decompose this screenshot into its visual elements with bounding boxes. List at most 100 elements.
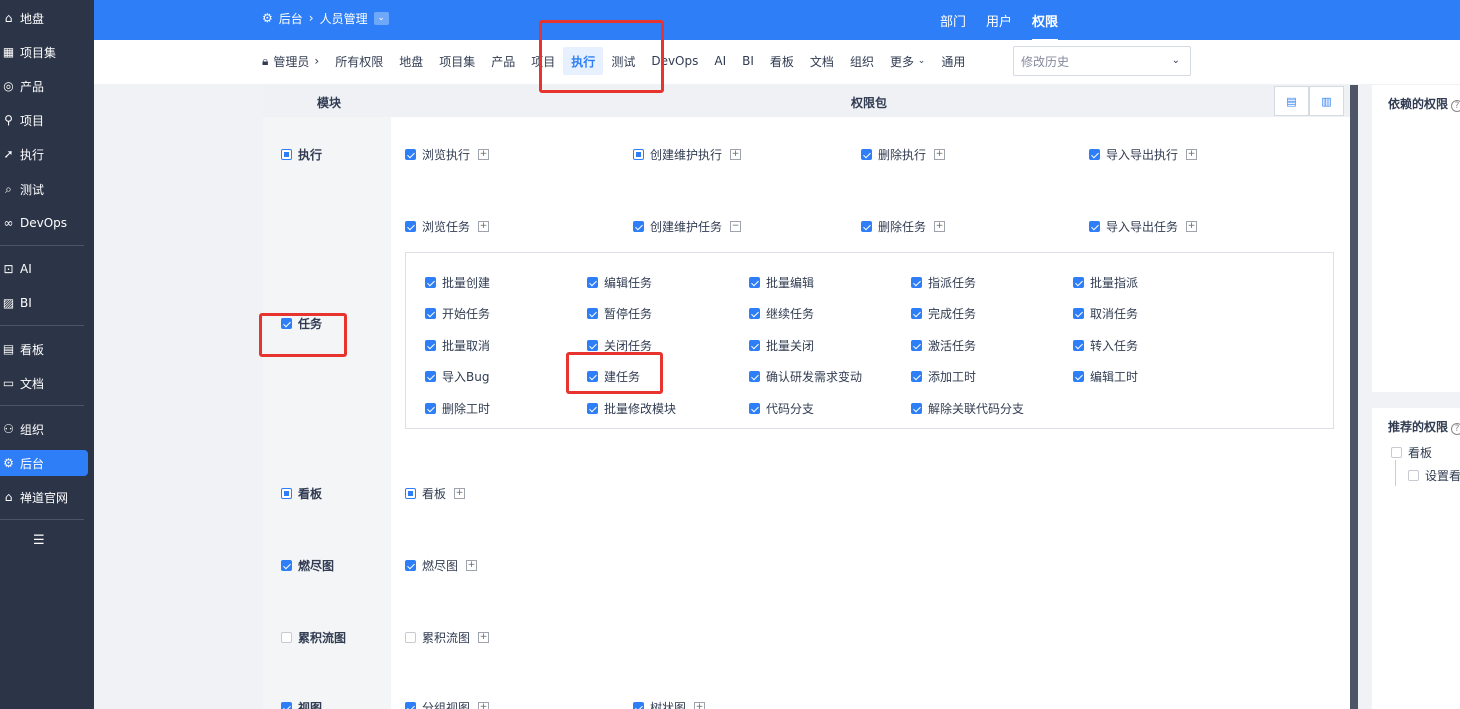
checkbox[interactable] [749, 371, 760, 382]
indent-icon[interactable]: ☰ [33, 533, 45, 548]
checkbox[interactable] [911, 371, 922, 382]
checkbox[interactable] [749, 340, 760, 351]
nav-all[interactable]: 所有权限 [327, 47, 391, 75]
checkbox[interactable] [281, 149, 292, 160]
checkbox[interactable] [405, 149, 416, 160]
package-item[interactable]: 创建维护任务 − [633, 218, 742, 235]
breadcrumb-user-mgmt[interactable]: 人员管理 [320, 10, 368, 27]
checkbox[interactable] [1391, 447, 1402, 458]
nav-product[interactable]: 产品 [483, 47, 523, 75]
sidebar-item-qa[interactable]: ⌕ 测试 [0, 176, 88, 202]
privilege-item[interactable]: 批量编辑 [749, 274, 814, 291]
privilege-item[interactable]: 编辑工时 [1073, 368, 1138, 385]
privilege-item[interactable]: 解除关联代码分支 [911, 400, 1024, 417]
module-execution[interactable]: 执行 [281, 146, 322, 163]
checkbox[interactable] [1073, 340, 1084, 351]
nav-more[interactable]: 更多 ⌄ [882, 47, 933, 75]
scrollbar[interactable] [1350, 85, 1358, 709]
privilege-item[interactable]: 确认研发需求变动 [749, 368, 862, 385]
tab-user[interactable]: 用户 [986, 11, 1012, 30]
checkbox[interactable] [633, 221, 644, 232]
expand-icon[interactable]: + [478, 149, 490, 160]
nav-program[interactable]: 项目集 [431, 47, 483, 75]
expand-icon[interactable]: + [934, 221, 946, 232]
privilege-item[interactable]: 代码分支 [749, 400, 814, 417]
privilege-item[interactable]: 删除工时 [425, 400, 490, 417]
checkbox[interactable] [861, 221, 872, 232]
checkbox[interactable] [281, 488, 292, 499]
package-item[interactable]: 浏览任务 + [405, 218, 490, 235]
privilege-item[interactable]: 取消任务 [1073, 305, 1138, 322]
expand-icon[interactable]: + [466, 560, 478, 571]
expand-icon[interactable]: + [730, 149, 742, 160]
package-item[interactable]: 删除执行 + [861, 146, 946, 163]
breadcrumb-admin[interactable]: 后台 [279, 10, 303, 27]
checkbox[interactable] [749, 277, 760, 288]
nav-org[interactable]: 组织 [842, 47, 882, 75]
package-item[interactable]: 删除任务 + [861, 218, 946, 235]
sidebar-item-execution[interactable]: ➚ 执行 [0, 141, 88, 167]
nav-general[interactable]: 通用 [933, 47, 973, 75]
checkbox[interactable] [749, 403, 760, 414]
expand-icon[interactable]: + [478, 702, 490, 709]
checkbox[interactable] [1073, 308, 1084, 319]
nav-doc[interactable]: 文档 [802, 47, 842, 75]
nav-my[interactable]: 地盘 [391, 47, 431, 75]
privilege-item[interactable]: 编辑任务 [587, 274, 652, 291]
checkbox[interactable] [911, 340, 922, 351]
checkbox[interactable] [281, 632, 292, 643]
tab-privilege[interactable]: 权限 [1032, 11, 1059, 42]
sidebar-item-ai[interactable]: ⊡ AI [0, 256, 88, 282]
module-view[interactable]: 视图 [281, 699, 322, 709]
privilege-item[interactable]: 完成任务 [911, 305, 976, 322]
package-item[interactable]: 浏览执行 + [405, 146, 490, 163]
checkbox[interactable] [405, 488, 416, 499]
privilege-item[interactable]: 继续任务 [749, 305, 814, 322]
checkbox[interactable] [587, 403, 598, 414]
checkbox[interactable] [405, 702, 416, 709]
checkbox[interactable] [281, 702, 292, 709]
sidebar-item-kanban[interactable]: ▤ 看板 [0, 336, 88, 362]
collapse-icon[interactable]: − [730, 221, 742, 232]
sidebar-item-dashboard[interactable]: ⌂ 地盘 [0, 5, 88, 31]
privilege-item[interactable]: 批量指派 [1073, 274, 1138, 291]
admin-group[interactable]: 🔒︎ 管理员 › [262, 53, 327, 70]
checkbox[interactable] [425, 403, 436, 414]
sidebar-item-product[interactable]: ◎ 产品 [0, 73, 88, 99]
expand-icon[interactable]: + [694, 702, 706, 709]
privilege-item[interactable]: 开始任务 [425, 305, 490, 322]
sidebar-item-devops[interactable]: ∞ DevOps [0, 210, 88, 236]
package-item[interactable]: 累积流图 + [405, 629, 490, 646]
package-item[interactable]: 创建维护执行 + [633, 146, 742, 163]
privilege-item[interactable]: 暂停任务 [587, 305, 652, 322]
checkbox[interactable] [749, 308, 760, 319]
checkbox[interactable] [281, 560, 292, 571]
sidebar-item-website[interactable]: ⌂ 禅道官网 [0, 484, 88, 510]
expand-icon[interactable]: + [1186, 221, 1198, 232]
sidebar-item-program[interactable]: ▦ 项目集 [0, 39, 88, 65]
checkbox[interactable] [1073, 371, 1084, 382]
checkbox[interactable] [1089, 149, 1100, 160]
nav-ai[interactable]: AI [706, 47, 734, 75]
package-item[interactable]: 导入导出任务 + [1089, 218, 1198, 235]
sidebar-item-bi[interactable]: ▨ BI [0, 290, 88, 316]
privilege-item[interactable]: 批量关闭 [749, 337, 814, 354]
sidebar-item-admin[interactable]: ⚙ 后台 [0, 450, 88, 476]
checkbox[interactable] [911, 403, 922, 414]
privilege-item[interactable]: 转入任务 [1073, 337, 1138, 354]
recommend-item[interactable]: 看板 [1391, 444, 1432, 461]
module-cfd[interactable]: 累积流图 [281, 629, 346, 646]
expand-icon[interactable]: + [454, 488, 466, 499]
privilege-item[interactable]: 批量取消 [425, 337, 490, 354]
chevron-down-icon[interactable]: ⌄ [373, 11, 389, 25]
module-kanban[interactable]: 看板 [281, 485, 322, 502]
column-view-button[interactable]: ▥ [1309, 86, 1344, 116]
package-item[interactable]: 燃尽图 + [405, 557, 478, 574]
package-item[interactable]: 看板 + [405, 485, 466, 502]
package-item[interactable]: 分组视图 + [405, 699, 490, 709]
checkbox[interactable] [1408, 470, 1419, 481]
expand-icon[interactable]: + [934, 149, 946, 160]
list-view-button[interactable]: ▤ [1274, 86, 1309, 116]
privilege-item[interactable]: 批量创建 [425, 274, 490, 291]
help-icon[interactable]: ? [1451, 100, 1460, 112]
